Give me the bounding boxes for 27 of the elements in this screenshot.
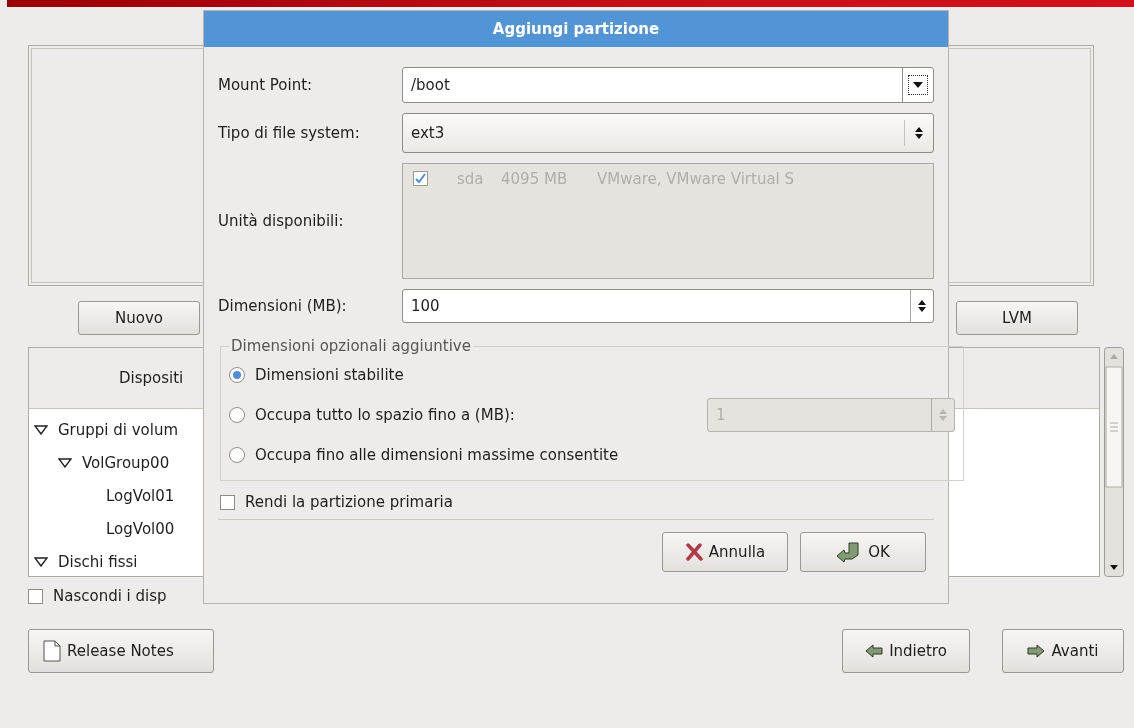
- field-label: Mount Point:: [218, 76, 314, 94]
- new-button[interactable]: Nuovo: [78, 301, 200, 335]
- field-label: Unità disponibili:: [218, 212, 345, 230]
- release-notes-button[interactable]: Release Notes: [28, 629, 214, 673]
- next-button[interactable]: Avanti: [1002, 629, 1124, 673]
- checkbox-label: Nascondi i disp: [53, 587, 167, 605]
- file-system-dropdown[interactable]: ext3: [402, 113, 934, 153]
- cancel-button[interactable]: Annulla: [662, 532, 788, 572]
- column-header[interactable]: Dispositi: [119, 369, 184, 387]
- tree-item[interactable]: VolGroup00: [82, 453, 170, 472]
- mount-point-combo[interactable]: /boot: [402, 67, 934, 103]
- checkbox-label: Rendi la partizione primaria: [245, 493, 453, 511]
- group-legend: Dimensioni opzionali aggiuntive: [229, 337, 473, 355]
- tree-item[interactable]: LogVol00: [106, 519, 175, 538]
- ok-button[interactable]: OK: [800, 532, 926, 572]
- back-button[interactable]: Indietro: [842, 629, 970, 673]
- tree-item[interactable]: Dischi fissi: [58, 552, 138, 571]
- size-spin-field[interactable]: 100: [402, 289, 934, 323]
- radio-label: Dimensioni stabilite: [255, 366, 404, 384]
- field-label: Tipo di file system:: [218, 124, 361, 142]
- lvm-button[interactable]: LVM: [956, 301, 1078, 335]
- field-label: Dimensioni (MB):: [218, 297, 348, 315]
- radio-label: Occupa fino alle dimensioni massime consentite: [255, 446, 619, 464]
- tree-item[interactable]: Gruppi di volum: [58, 420, 179, 439]
- radio-label: Occupa tutto lo spazio fino a (MB):: [255, 406, 516, 424]
- tree-item[interactable]: LogVol01: [106, 486, 175, 505]
- dialog-title: Aggiungi partizione: [492, 20, 660, 38]
